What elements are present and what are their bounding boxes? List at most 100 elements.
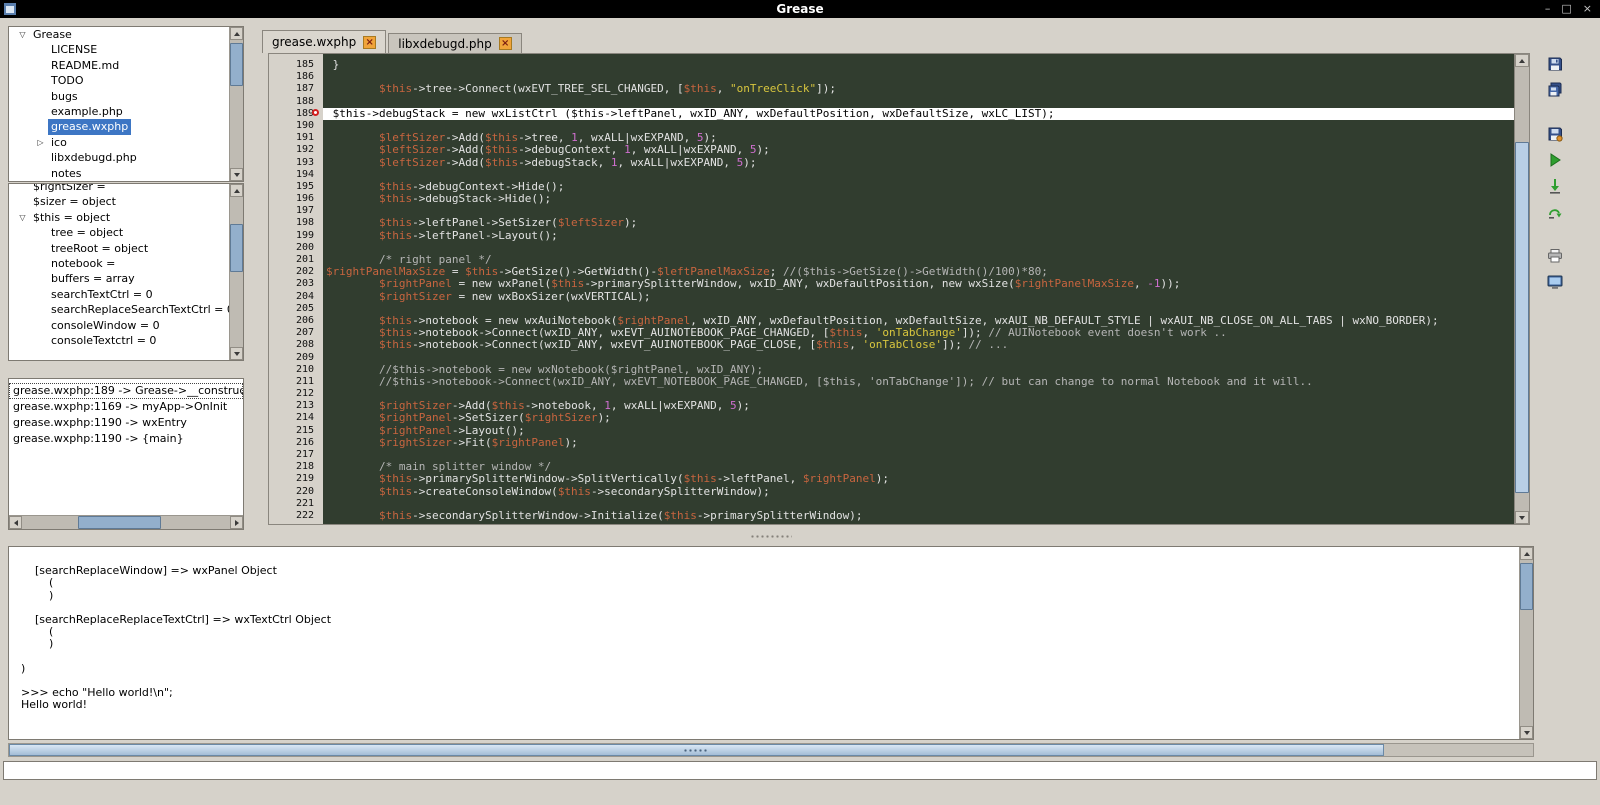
minimize-button[interactable]: – xyxy=(1545,0,1551,18)
tree-expander-icon[interactable]: ▽ xyxy=(15,27,30,42)
line-number[interactable]: 210 xyxy=(269,364,323,376)
line-number[interactable]: 194 xyxy=(269,169,323,181)
tree-item[interactable]: ▽$this = object xyxy=(9,210,229,225)
scrollbar-thumb[interactable] xyxy=(1515,142,1529,493)
tree-item[interactable]: consoleWindow = 0 xyxy=(9,318,229,333)
run-button[interactable] xyxy=(1543,150,1567,172)
scrollbar-thumb[interactable] xyxy=(78,516,161,529)
tree-item[interactable]: $sizer = object xyxy=(9,194,229,209)
scrollbar-track[interactable] xyxy=(230,40,243,168)
line-number[interactable]: 197 xyxy=(269,205,323,217)
line-number[interactable]: 208 xyxy=(269,339,323,351)
tree-item[interactable]: ▷ico xyxy=(9,135,229,150)
line-number[interactable]: 207 xyxy=(269,327,323,339)
close-button[interactable]: × xyxy=(1583,0,1592,18)
file-tree-scrollbar[interactable] xyxy=(229,27,243,181)
stack-frame[interactable]: grease.wxphp:1190 -> wxEntry xyxy=(9,415,243,431)
line-number[interactable]: 220 xyxy=(269,486,323,498)
step-into-button[interactable] xyxy=(1543,176,1567,198)
stack-frame[interactable]: grease.wxphp:1190 -> {main} xyxy=(9,431,243,447)
tree-item[interactable]: notes xyxy=(9,166,229,181)
tree-item[interactable]: notebook = xyxy=(9,256,229,271)
tab-libxdebugd-php[interactable]: libxdebugd.php × xyxy=(388,33,522,53)
line-number[interactable]: 221 xyxy=(269,498,323,510)
line-number[interactable]: 222 xyxy=(269,510,323,522)
console-command-input[interactable] xyxy=(3,761,1597,780)
code-editor[interactable]: 185 }186 187 $this->tree->Connect(wxEVT_… xyxy=(268,53,1530,525)
tree-item[interactable]: consoleTextctrl = 0 xyxy=(9,333,229,348)
scrollbar-track[interactable] xyxy=(22,516,230,529)
scroll-down-icon[interactable] xyxy=(230,347,243,360)
console-output[interactable]: [searchReplaceWindow] => wxPanel Object … xyxy=(9,547,1519,739)
tree-item[interactable]: bugs xyxy=(9,89,229,104)
line-number[interactable]: 202 xyxy=(269,266,323,278)
line-number[interactable]: 205 xyxy=(269,303,323,315)
tree-item[interactable]: buffers = array xyxy=(9,271,229,286)
tree-item[interactable]: searchReplaceSearchTextCtrl = 0 xyxy=(9,302,229,317)
scroll-up-icon[interactable] xyxy=(230,27,243,40)
bottom-hscrollbar[interactable] xyxy=(8,743,1534,757)
save-all-button[interactable] xyxy=(1543,80,1567,102)
scrollbar-thumb[interactable] xyxy=(230,43,243,87)
line-number[interactable]: 191 xyxy=(269,132,323,144)
tree-item[interactable]: libxdebugd.php xyxy=(9,150,229,165)
line-number[interactable]: 212 xyxy=(269,388,323,400)
tab-grease-wxphp[interactable]: grease.wxphp × xyxy=(262,30,386,53)
scroll-up-icon[interactable] xyxy=(1520,547,1533,560)
variables-scrollbar[interactable] xyxy=(229,184,243,360)
line-number[interactable]: 198 xyxy=(269,217,323,229)
line-number[interactable]: 217 xyxy=(269,449,323,461)
console-view-button[interactable] xyxy=(1543,272,1567,294)
line-number[interactable]: 214 xyxy=(269,412,323,424)
tree-item[interactable]: $rightSizer = xyxy=(9,183,229,194)
line-number[interactable]: 186 xyxy=(269,71,323,83)
stack-frame[interactable]: grease.wxphp:189 -> Grease->__construct xyxy=(9,383,243,399)
scroll-up-icon[interactable] xyxy=(1515,54,1529,67)
print-button[interactable] xyxy=(1543,246,1567,268)
line-number[interactable]: 211 xyxy=(269,376,323,388)
stack-frame[interactable]: grease.wxphp:1169 -> myApp->OnInit xyxy=(9,399,243,415)
scrollbar-track[interactable] xyxy=(230,197,243,347)
line-number[interactable]: 203 xyxy=(269,278,323,290)
console-scrollbar[interactable] xyxy=(1519,547,1533,739)
scroll-up-icon[interactable] xyxy=(230,184,243,197)
line-number[interactable]: 196 xyxy=(269,193,323,205)
line-number[interactable]: 201 xyxy=(269,254,323,266)
tree-item[interactable]: grease.wxphp xyxy=(9,119,229,134)
line-number[interactable]: 206 xyxy=(269,315,323,327)
scrollbar-track[interactable] xyxy=(1515,67,1529,511)
scroll-left-icon[interactable] xyxy=(9,516,22,529)
splitter-sash[interactable] xyxy=(8,530,1534,542)
scrollbar-thumb[interactable] xyxy=(230,224,243,272)
line-number[interactable]: 215 xyxy=(269,425,323,437)
breakpoint-icon[interactable] xyxy=(312,109,319,116)
line-number[interactable]: 195 xyxy=(269,181,323,193)
call-stack-hscrollbar[interactable] xyxy=(9,515,243,529)
line-number[interactable]: 216 xyxy=(269,437,323,449)
tree-item[interactable]: ▽Grease xyxy=(9,27,229,42)
line-number[interactable]: 200 xyxy=(269,242,323,254)
tree-expander-icon[interactable]: ▷ xyxy=(33,135,48,150)
tree-item[interactable]: README.md xyxy=(9,58,229,73)
tree-item[interactable]: example.php xyxy=(9,104,229,119)
scrollbar-thumb[interactable] xyxy=(9,744,1384,756)
scrollbar-track[interactable] xyxy=(1520,560,1533,726)
editor-scrollbar[interactable] xyxy=(1514,54,1529,524)
line-number[interactable]: 209 xyxy=(269,352,323,364)
step-over-button[interactable] xyxy=(1543,202,1567,224)
tab-close-icon[interactable]: × xyxy=(499,37,512,50)
line-number[interactable]: 218 xyxy=(269,461,323,473)
scrollbar-thumb[interactable] xyxy=(1520,563,1533,609)
tree-item[interactable]: tree = object xyxy=(9,225,229,240)
line-number[interactable]: 204 xyxy=(269,291,323,303)
line-number[interactable]: 188 xyxy=(269,96,323,108)
scroll-down-icon[interactable] xyxy=(1515,511,1529,524)
line-number[interactable]: 187 xyxy=(269,83,323,95)
line-number[interactable]: 192 xyxy=(269,144,323,156)
line-number[interactable]: 185 xyxy=(269,59,323,71)
scroll-down-icon[interactable] xyxy=(230,168,243,181)
tree-item[interactable]: LICENSE xyxy=(9,42,229,57)
line-number[interactable]: 213 xyxy=(269,400,323,412)
line-number[interactable]: 190 xyxy=(269,120,323,132)
save-as-button[interactable] xyxy=(1543,124,1567,146)
